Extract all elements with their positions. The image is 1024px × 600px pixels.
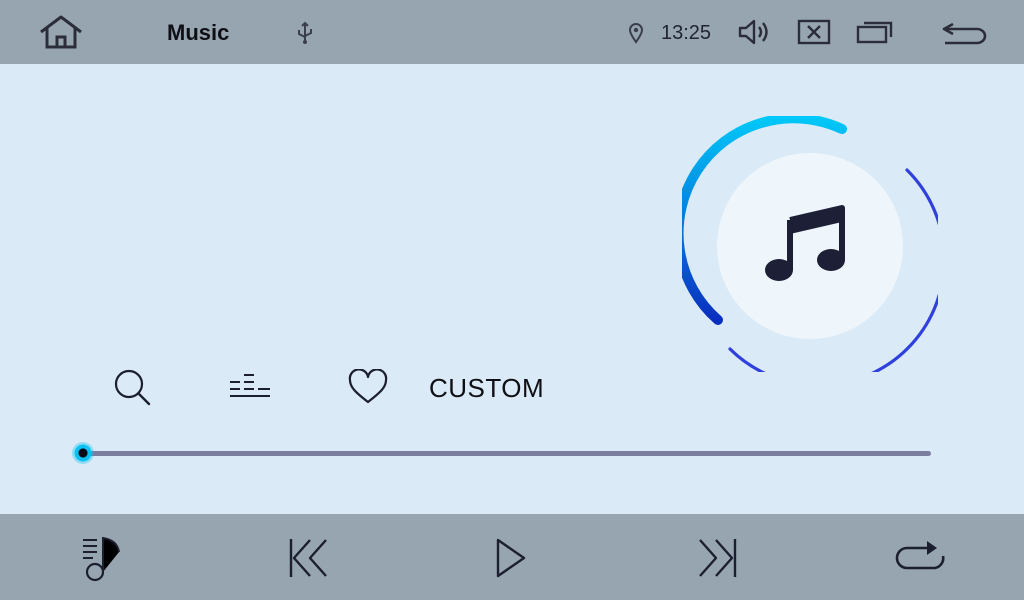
play-icon	[496, 538, 526, 578]
progress-track[interactable]	[84, 451, 931, 456]
page-title: Music	[167, 20, 230, 45]
location-pin-icon	[627, 22, 645, 44]
status-bar: Music 13:25	[0, 0, 1024, 64]
playback-mode-label[interactable]: CUSTOM	[429, 373, 544, 404]
usb-icon	[296, 21, 314, 45]
playlist-icon	[83, 536, 120, 582]
play-button[interactable]	[484, 532, 536, 584]
music-note-icon	[760, 196, 852, 288]
search-button[interactable]	[106, 364, 158, 410]
next-track-button[interactable]	[690, 532, 746, 584]
clock: 13:25	[661, 22, 712, 44]
repeat-icon	[895, 541, 945, 570]
recent-apps-button[interactable]	[852, 12, 898, 52]
volume-button[interactable]	[732, 12, 776, 52]
equalizer-button[interactable]	[224, 364, 276, 410]
player-main: CUSTOM	[0, 64, 1024, 514]
home-icon	[40, 15, 82, 49]
close-button[interactable]	[792, 12, 836, 52]
back-button[interactable]	[936, 12, 992, 52]
home-button[interactable]	[34, 12, 88, 52]
previous-track-icon	[289, 539, 327, 577]
close-box-icon	[797, 19, 831, 45]
repeat-button[interactable]	[890, 532, 952, 584]
search-icon	[114, 369, 151, 406]
previous-track-button[interactable]	[280, 532, 336, 584]
favorite-button[interactable]	[342, 364, 394, 410]
volume-icon	[738, 19, 768, 45]
next-track-icon	[699, 539, 737, 577]
equalizer-icon	[230, 374, 270, 397]
playlist-button[interactable]	[74, 532, 130, 584]
control-bar	[0, 514, 1024, 600]
progress-thumb[interactable]	[72, 442, 94, 464]
back-arrow-icon	[942, 22, 987, 45]
recent-apps-icon	[856, 21, 893, 44]
album-art[interactable]	[682, 116, 938, 372]
heart-icon	[348, 369, 388, 404]
